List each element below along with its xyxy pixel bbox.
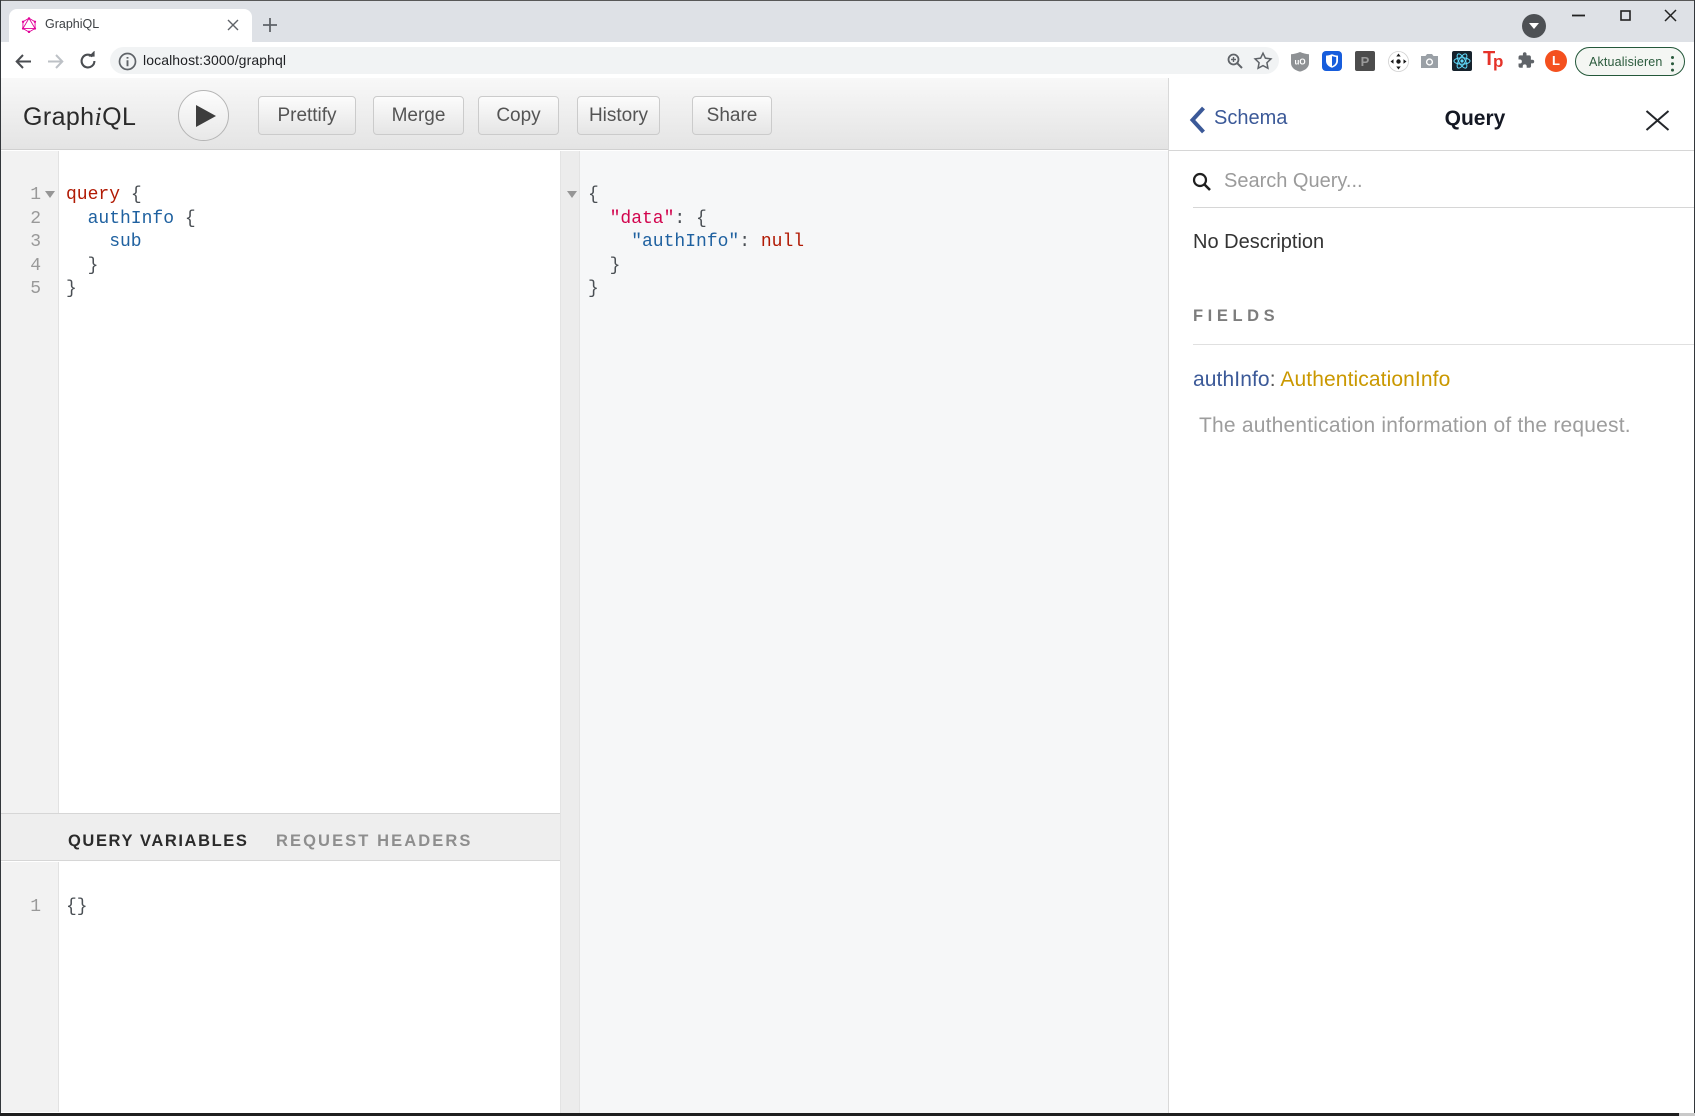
svg-text:P: P bbox=[1361, 54, 1370, 69]
svg-text:uO: uO bbox=[1294, 58, 1305, 67]
